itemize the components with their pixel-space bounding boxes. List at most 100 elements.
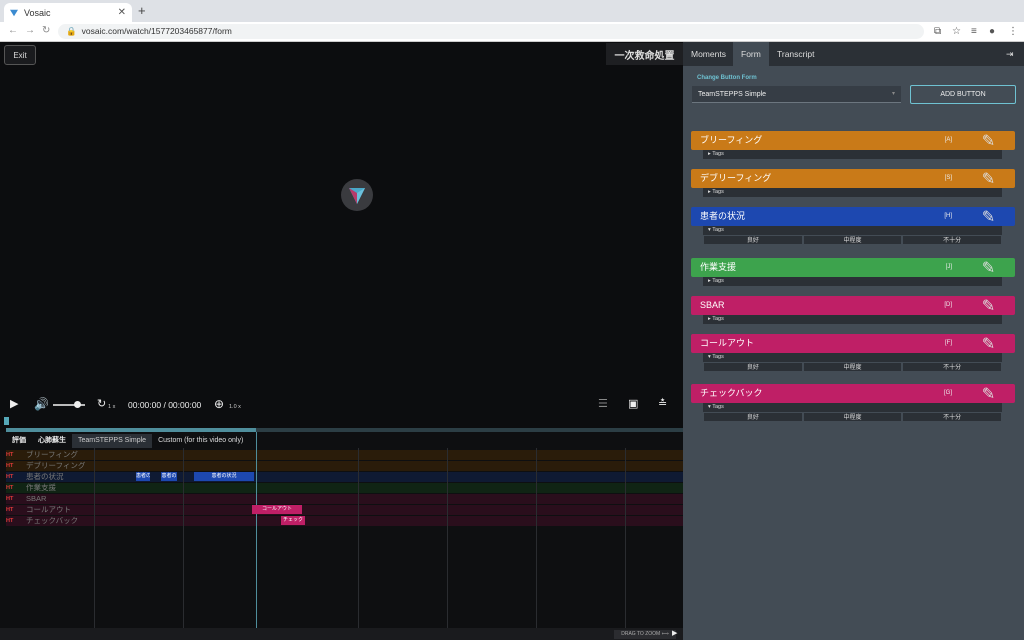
edit-button[interactable]: ✎ — [962, 296, 1015, 315]
video-player[interactable] — [0, 42, 683, 428]
time-current: 00:00:00 — [128, 400, 162, 410]
pencil-icon: ✎ — [981, 385, 996, 403]
add-comment-icon[interactable]: ▣ — [628, 397, 638, 410]
profile-icon[interactable]: ● — [989, 26, 995, 37]
new-tab-button[interactable]: + — [138, 3, 146, 18]
hotkey-label: [A] — [944, 137, 952, 143]
form-button-patient-status[interactable]: 患者の状況 [H] — [691, 207, 962, 226]
form-button-briefing[interactable]: ブリーフィング [A] — [691, 131, 962, 150]
vosaic-logo — [341, 179, 373, 211]
chevron-down-icon: ▾ — [891, 91, 895, 97]
timeline-row[interactable]: HT 患者の状況 — [6, 472, 683, 482]
timeline-row[interactable]: HT SBAR — [6, 494, 683, 504]
tags-toggle[interactable]: ▸ Tags — [703, 188, 1002, 197]
ht-badge: HT — [6, 485, 14, 491]
timeline-tab-evaluation[interactable]: 評価 — [0, 434, 32, 448]
volume-slider-handle[interactable] — [74, 401, 81, 408]
zoom-icon[interactable]: ⊕ — [214, 397, 224, 411]
tags-toggle[interactable]: ▾ Tags — [703, 353, 1002, 362]
reload-icon[interactable]: ↻ — [42, 25, 50, 36]
timeline-row-label: デブリーフィング — [26, 461, 86, 470]
tag-insufficient[interactable]: 不十分 — [902, 235, 1003, 245]
edit-button[interactable]: ✎ — [962, 169, 1015, 188]
timeline-tab-cpr[interactable]: 心肺蘇生 — [32, 434, 72, 448]
tab-moments[interactable]: Moments — [683, 42, 734, 66]
timeline-next-icon[interactable]: ▶ — [672, 629, 677, 637]
form-button-callout[interactable]: コールアウト [F] — [691, 334, 962, 353]
drag-to-zoom-hint[interactable]: DRAG TO ZOOM ⟺ — [614, 630, 676, 639]
tag-moderate[interactable]: 中程度 — [802, 412, 903, 422]
list-view-icon[interactable]: ☰ — [598, 397, 608, 410]
edit-button[interactable]: ✎ — [962, 131, 1015, 150]
tab-transcript[interactable]: Transcript — [769, 42, 822, 66]
timeline-tab-teamstepps[interactable]: TeamSTEPPS Simple — [72, 434, 153, 448]
timeline-event[interactable]: コールアウト — [252, 505, 302, 514]
ht-badge: HT — [6, 507, 14, 513]
button-form-select[interactable]: TeamSTEPPS Simple ▾ — [692, 86, 901, 103]
tags-label: Tags — [712, 227, 724, 233]
timeline-gridline — [183, 448, 184, 628]
timeline-gridline — [447, 448, 448, 628]
tags-toggle[interactable]: ▾ Tags — [703, 403, 1002, 412]
edit-button[interactable]: ✎ — [962, 207, 1015, 226]
timeline-row-label: コールアウト — [26, 505, 71, 514]
timeline-event[interactable]: 患者の — [161, 472, 177, 481]
bookmark-star-icon[interactable]: ☆ — [952, 26, 961, 37]
tags-toggle[interactable]: ▾ Tags — [703, 226, 1002, 235]
adjust-icon[interactable]: ≛ — [658, 397, 667, 410]
scrubber-head[interactable] — [4, 417, 9, 425]
edit-button[interactable]: ✎ — [962, 334, 1015, 353]
tab-form[interactable]: Form — [733, 42, 769, 66]
browser-menu-icon[interactable]: ⋮ — [1008, 26, 1018, 37]
pencil-icon: ✎ — [981, 297, 996, 315]
timeline-row-label: チェックバック — [26, 516, 79, 525]
tags-label: Tags — [712, 189, 724, 195]
form-button-checkback[interactable]: チェックバック [G] — [691, 384, 962, 403]
tag-options: 良好 中程度 不十分 — [703, 362, 1003, 372]
form-button-label: コールアウト — [700, 338, 755, 348]
timeline-event[interactable]: チェック — [281, 516, 305, 525]
form-button-debriefing[interactable]: デブリーフィング [S] — [691, 169, 962, 188]
timeline-event[interactable]: 患者の状況 — [194, 472, 254, 481]
tag-moderate[interactable]: 中程度 — [802, 235, 903, 245]
logout-icon[interactable]: ⇥ — [1006, 49, 1014, 60]
tag-insufficient[interactable]: 不十分 — [902, 362, 1003, 372]
url-text: vosaic.com/watch/1577203465877/form — [81, 26, 232, 36]
tags-toggle[interactable]: ▸ Tags — [703, 277, 1002, 286]
playback-speed-icon[interactable]: ↻ — [97, 397, 106, 410]
tags-toggle[interactable]: ▸ Tags — [703, 315, 1002, 324]
zoom-value: 1.0 x — [229, 404, 241, 410]
edit-button[interactable]: ✎ — [962, 258, 1015, 277]
form-button-task-assistance[interactable]: 作業支援 [J] — [691, 258, 962, 277]
timeline-event[interactable]: 患者の — [136, 472, 150, 481]
timeline-row-label: 作業支援 — [26, 483, 56, 492]
timeline-row[interactable]: HT ブリーフィング — [6, 450, 683, 460]
tag-good[interactable]: 良好 — [703, 235, 803, 245]
browser-tab-strip: Vosaic ✕ + — [0, 0, 1024, 22]
timeline-row[interactable]: HT コールアウト — [6, 505, 683, 515]
browser-tab[interactable]: Vosaic ✕ — [4, 3, 132, 22]
form-button-sbar[interactable]: SBAR [D] — [691, 296, 962, 315]
tags-toggle[interactable]: ▸ Tags — [703, 150, 1002, 159]
volume-icon[interactable]: 🔊 — [34, 397, 49, 411]
address-bar[interactable]: 🔒 vosaic.com/watch/1577203465877/form — [58, 24, 924, 39]
exit-button[interactable]: Exit — [4, 45, 36, 65]
translate-icon[interactable]: ⧉ — [934, 26, 941, 37]
tag-good[interactable]: 良好 — [703, 362, 803, 372]
timeline-row[interactable]: HT 作業支援 — [6, 483, 683, 493]
timeline-tab-custom[interactable]: Custom (for this video only) — [152, 434, 249, 448]
tag-moderate[interactable]: 中程度 — [802, 362, 903, 372]
tag-good[interactable]: 良好 — [703, 412, 803, 422]
forward-icon[interactable]: → — [25, 25, 35, 36]
close-tab-icon[interactable]: ✕ — [118, 7, 126, 18]
edit-button[interactable]: ✎ — [962, 384, 1015, 403]
add-button[interactable]: ADD BUTTON — [910, 85, 1016, 104]
timeline-row[interactable]: HT デブリーフィング — [6, 461, 683, 471]
back-icon[interactable]: ← — [8, 25, 18, 36]
tag-insufficient[interactable]: 不十分 — [902, 412, 1003, 422]
form-button-label: SBAR — [700, 300, 725, 310]
timeline-row-label: ブリーフィング — [26, 450, 78, 459]
play-icon[interactable]: ▶ — [10, 397, 18, 410]
timeline-row[interactable]: HT チェックバック — [6, 516, 683, 526]
reading-list-icon[interactable]: ≡ — [971, 26, 977, 37]
